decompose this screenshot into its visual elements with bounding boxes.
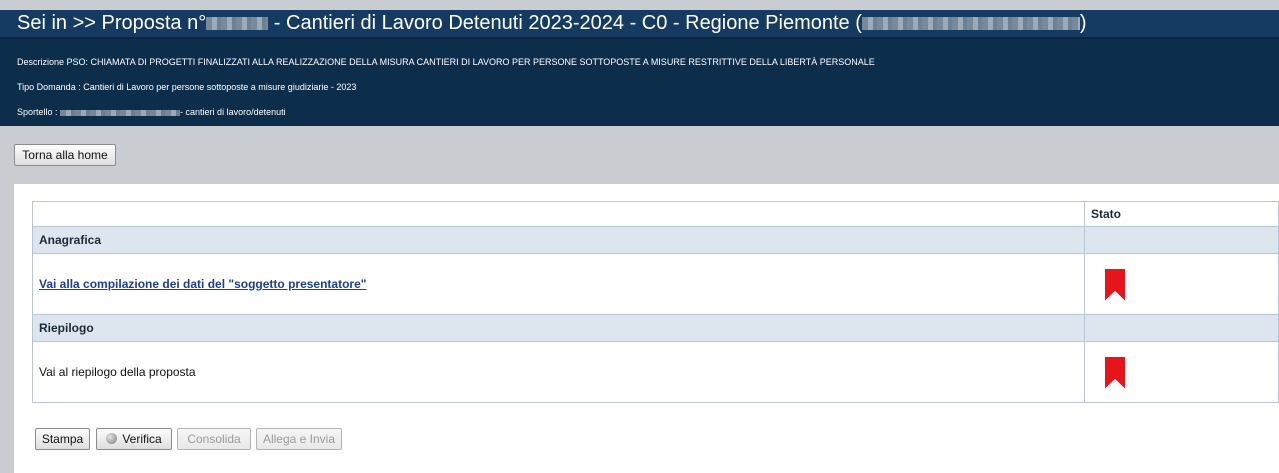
tipo-domanda: Tipo Domanda : Cantieri di Lavoro per pe…	[17, 82, 357, 92]
stato-cell	[1084, 253, 1279, 315]
title-bar: Sei in >> Proposta n° - Cantieri di Lavo…	[0, 10, 1279, 39]
verifica-button[interactable]: Verifica	[96, 428, 172, 450]
status-dot-icon	[106, 433, 118, 444]
home-button[interactable]: Torna alla home	[14, 144, 116, 166]
section-row-anagrafica: Anagrafica	[32, 226, 1279, 254]
soggetto-presentatore-link[interactable]: Vai alla compilazione dei dati del "sogg…	[39, 277, 366, 291]
bookmark-icon	[1105, 268, 1125, 301]
redacted-proposal-number	[206, 17, 269, 31]
section-stato-empty	[1084, 314, 1279, 342]
sportello-suffix: - cantieri di lavoro/detenuti	[180, 107, 286, 117]
riepilogo-item-text: Vai al riepilogo della proposta	[32, 341, 1085, 403]
title-prefix: Sei in >> Proposta n°	[17, 12, 207, 34]
verifica-label: Verifica	[122, 432, 162, 446]
descrizione-pso: Descrizione PSO: CHIAMATA DI PROGETTI FI…	[17, 57, 875, 67]
table-header-row: Stato	[32, 201, 1279, 227]
redacted-organization	[861, 17, 1080, 31]
section-label: Anagrafica	[32, 226, 1085, 254]
table-row: Vai al riepilogo della proposta	[32, 341, 1279, 403]
section-stato-empty	[1084, 226, 1279, 254]
page-title: Sei in >> Proposta n° - Cantieri di Lavo…	[17, 12, 1087, 35]
consolida-button[interactable]: Consolida	[177, 428, 251, 450]
title-suffix: )	[1079, 12, 1087, 34]
section-row-riepilogo: Riepilogo	[32, 314, 1279, 342]
bookmark-icon	[1105, 356, 1125, 389]
table-row: Vai alla compilazione dei dati del "sogg…	[32, 253, 1279, 315]
redacted-sportello	[60, 109, 181, 116]
header-empty-cell	[32, 201, 1085, 227]
page-header: Sei in >> Proposta n° - Cantieri di Lavo…	[0, 10, 1279, 126]
stampa-button[interactable]: Stampa	[35, 428, 90, 450]
section-label: Riepilogo	[32, 314, 1085, 342]
sportello-label: Sportello :	[17, 107, 58, 117]
stato-cell	[1084, 341, 1279, 403]
item-cell: Vai alla compilazione dei dati del "sogg…	[32, 253, 1085, 315]
stato-column-header: Stato	[1084, 201, 1279, 227]
proposal-table: Stato Anagrafica Vai alla compilazione d…	[32, 201, 1279, 403]
sportello: Sportello : - cantieri di lavoro/detenut…	[17, 107, 286, 117]
allega-e-invia-button[interactable]: Allega e Invia	[256, 428, 342, 450]
title-middle: - Cantieri di Lavoro Detenuti 2023-2024 …	[268, 12, 862, 34]
